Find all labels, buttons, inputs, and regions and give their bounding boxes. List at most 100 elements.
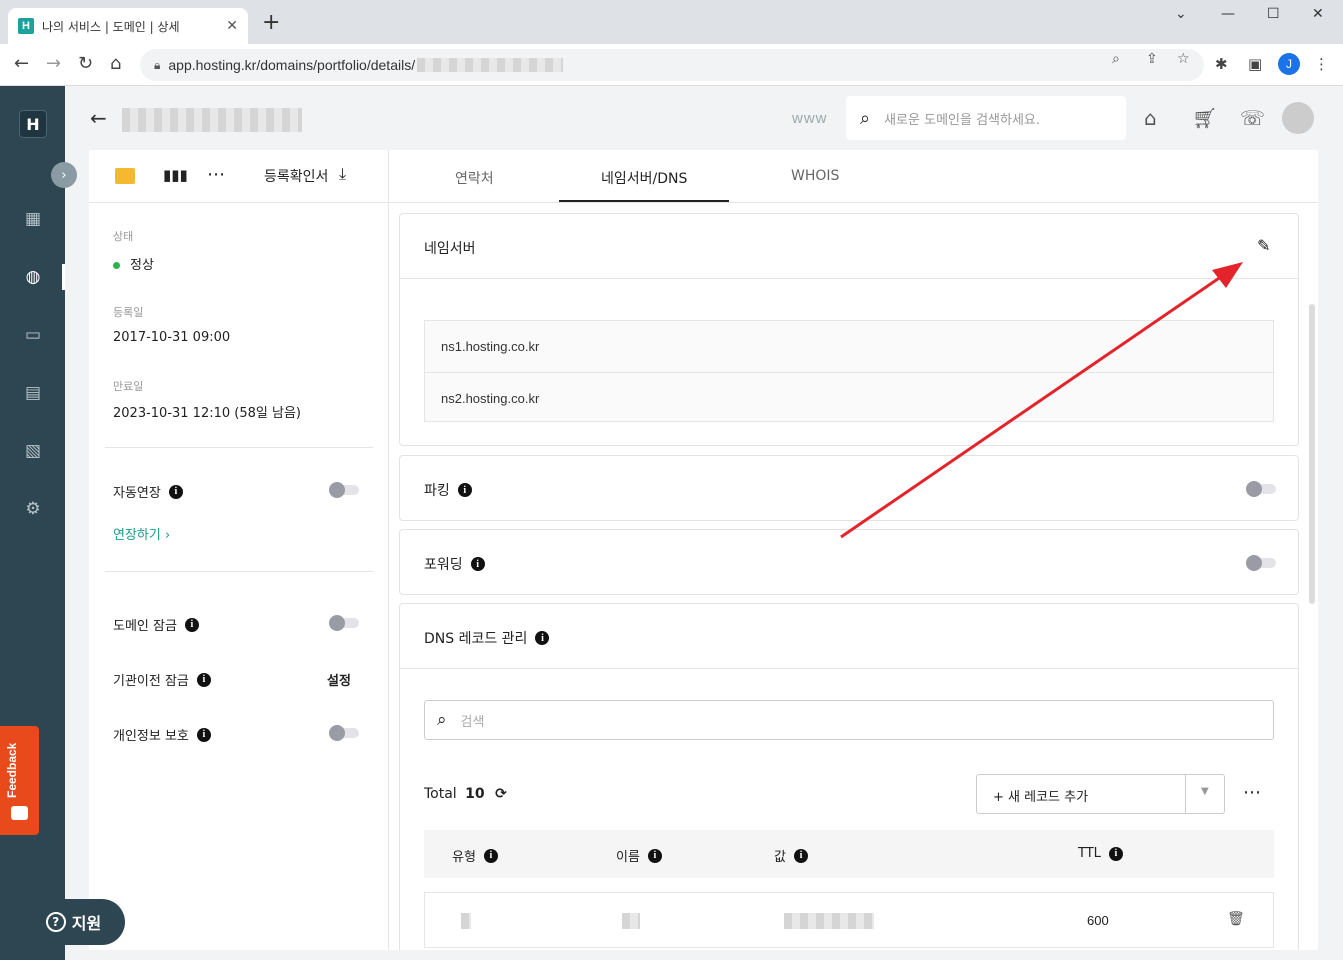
hosting-logo[interactable]: H	[19, 110, 47, 138]
tab-search-icon[interactable]: ⌄	[1175, 6, 1187, 22]
chevron-down-icon[interactable]: ▼	[1201, 786, 1209, 797]
cart-icon[interactable]: 🛒︎	[1192, 106, 1217, 130]
home-icon[interactable]: ⌂	[1144, 106, 1157, 130]
info-icon[interactable]: i	[535, 631, 550, 645]
home-icon[interactable]: ⌂	[110, 54, 121, 74]
add-record-label: + 새 레코드 추가	[993, 790, 1089, 805]
info-icon[interactable]: i	[168, 484, 183, 499]
forwarding-toggle[interactable]	[1246, 555, 1276, 571]
divider	[105, 571, 373, 572]
close-tab-icon[interactable]: ✕	[226, 18, 238, 34]
feedback-button[interactable]: Feedback	[0, 726, 39, 835]
info-icon[interactable]: i	[184, 617, 199, 632]
dashboard-icon[interactable]: ▦	[22, 208, 44, 230]
reload-icon[interactable]: ↻	[78, 54, 93, 74]
registration-cert-button[interactable]: 등록확인서	[264, 166, 328, 186]
auto-renew-toggle[interactable]	[329, 482, 359, 498]
tab-nameserver-dns[interactable]: 네임서버/DNS	[601, 168, 687, 188]
nameserver-list: ns1.hosting.co.kr ns2.hosting.co.kr	[424, 320, 1275, 422]
minimize-icon[interactable]: —	[1221, 6, 1235, 22]
transfer-lock-setting-button[interactable]: 설정	[327, 670, 351, 689]
detail-tabs: 연락처 네임서버/DNS WHOIS	[389, 150, 1318, 203]
nameserver-item: ns1.hosting.co.kr	[441, 339, 540, 354]
info-icon[interactable]: i	[1108, 846, 1123, 861]
zoom-icon[interactable]: ⌕	[1112, 51, 1120, 67]
stats-icon[interactable]: ▮▮▮	[163, 166, 188, 184]
folder-icon[interactable]	[115, 168, 135, 184]
info-icon[interactable]: i	[470, 557, 485, 571]
privacy-label: 개인정보 보호 i	[113, 725, 211, 744]
gear-icon[interactable]: ⚙	[22, 498, 44, 520]
domain-lock-toggle[interactable]	[329, 615, 359, 631]
panel-toolbar: ▮▮▮ ⋯ 등록확인서 ⤓	[89, 150, 389, 203]
feedback-icon	[11, 806, 28, 820]
domain-search-input[interactable]: ⌕ 새로운 도메인을 검색하세요.	[846, 96, 1126, 140]
add-record-button[interactable]: + 새 레코드 추가 ▼	[976, 774, 1225, 814]
chat-icon[interactable]: ☏	[1240, 106, 1265, 130]
info-icon[interactable]: i	[483, 848, 498, 863]
billing-icon[interactable]: ▤	[22, 382, 44, 404]
globe-icon[interactable]: ◍	[22, 266, 44, 288]
help-icon: ?	[45, 912, 66, 932]
info-icon[interactable]: i	[793, 848, 808, 863]
info-icon[interactable]: i	[196, 727, 211, 742]
value-redacted	[784, 913, 874, 929]
menu-icon[interactable]: ⋮	[1314, 55, 1329, 73]
nameserver-card: 네임서버 ✎ ns1.hosting.co.kr ns2.hosting.co.…	[399, 213, 1299, 446]
side-panel-icon[interactable]: ▣	[1248, 55, 1262, 73]
more-icon[interactable]: ⋯	[1243, 782, 1262, 803]
info-icon[interactable]: i	[196, 672, 211, 687]
main-content: 연락처 네임서버/DNS WHOIS 네임서버 ✎ ns1.hosting.co…	[389, 150, 1318, 950]
status-label: 상태	[113, 230, 134, 243]
dns-search-placeholder: 검색	[460, 714, 485, 730]
type-redacted	[461, 913, 471, 929]
address-bar[interactable]: 🔒︎ app.hosting.kr/domains/portfolio/deta…	[140, 49, 1204, 81]
dns-search-input[interactable]: ⌕ 검색	[424, 700, 1274, 740]
lock-icon: 🔒︎	[154, 57, 161, 72]
bookmark-star-icon[interactable]: ☆	[1177, 51, 1190, 67]
trash-icon[interactable]: 🗑︎	[1227, 911, 1245, 927]
info-icon[interactable]: i	[647, 848, 662, 863]
download-icon[interactable]: ⤓	[339, 164, 346, 184]
forward-icon[interactable]: →	[46, 54, 61, 74]
forwarding-card: 포워딩 i	[399, 529, 1299, 595]
help-button[interactable]: ? 지원	[22, 899, 125, 945]
feedback-label: Feedback	[5, 742, 19, 798]
privacy-toggle[interactable]	[329, 725, 359, 741]
browser-toolbar: ← → ↻ ⌂ 🔒︎ app.hosting.kr/domains/portfo…	[0, 44, 1343, 86]
close-window-icon[interactable]: ✕	[1312, 6, 1324, 22]
user-avatar[interactable]	[1282, 102, 1314, 134]
new-tab-button[interactable]: +	[262, 12, 280, 34]
back-icon[interactable]: ←	[14, 54, 29, 74]
browser-tabbar: H 나의 서비스 | 도메인 | 상세 ✕ + ⌄ — ☐ ✕	[0, 0, 1343, 44]
parking-toggle[interactable]	[1246, 481, 1276, 497]
tab-contacts[interactable]: 연락처	[455, 168, 494, 188]
scrollbar[interactable]	[1309, 304, 1315, 604]
info-icon[interactable]: i	[457, 483, 472, 497]
profile-avatar[interactable]: J	[1278, 53, 1300, 75]
renew-link[interactable]: 연장하기 ›	[113, 524, 170, 543]
status-value: 정상	[113, 254, 154, 273]
table-row[interactable]: 600 🗑︎	[424, 892, 1274, 948]
edit-pencil-icon[interactable]: ✎	[1257, 236, 1270, 255]
tab-whois[interactable]: WHOIS	[791, 168, 839, 184]
url-text: app.hosting.kr/domains/portfolio/details…	[168, 57, 416, 73]
maximize-icon[interactable]: ☐	[1267, 6, 1280, 22]
search-placeholder: 새로운 도메인을 검색하세요.	[884, 112, 1041, 128]
more-icon[interactable]: ⋯	[207, 164, 226, 185]
refresh-icon[interactable]: ⟳	[495, 786, 507, 802]
extensions-icon[interactable]: ✱	[1215, 55, 1228, 73]
expires-label: 만료일	[113, 380, 144, 393]
name-redacted	[622, 913, 640, 929]
back-arrow-icon[interactable]: ←	[90, 106, 107, 130]
ticket-icon[interactable]: ▧	[22, 440, 44, 462]
collapse-sidebar-button[interactable]: ›	[51, 162, 77, 188]
active-indicator	[62, 264, 65, 290]
browser-tab[interactable]: H 나의 서비스 | 도메인 | 상세 ✕	[8, 8, 248, 44]
domain-info-panel: ▮▮▮ ⋯ 등록확인서 ⤓ 상태 정상 등록일 2017-10-31 09:00…	[89, 150, 389, 950]
browser-window-icon[interactable]: ▭	[22, 324, 44, 346]
separator	[1185, 775, 1186, 813]
parking-title: 파킹 i	[424, 480, 472, 500]
share-icon[interactable]: ⇪	[1146, 51, 1158, 67]
total-count: Total 10 ⟳	[424, 786, 507, 802]
